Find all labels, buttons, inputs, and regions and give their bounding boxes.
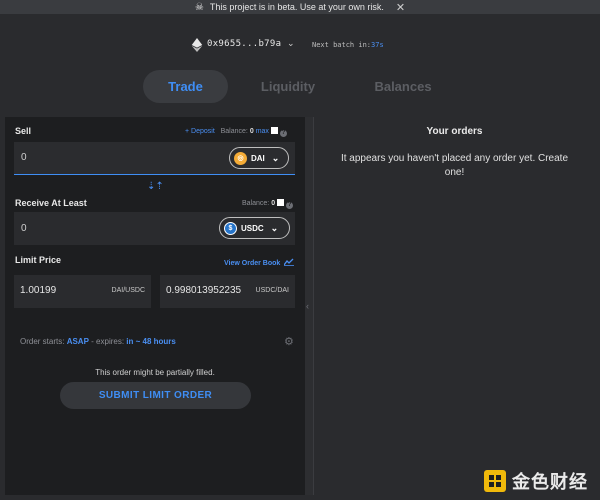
- receive-checkbox[interactable]: [277, 199, 285, 206]
- chart-icon: [283, 258, 295, 266]
- order-expires-label: - expires:: [91, 337, 125, 346]
- sell-token-select[interactable]: ◎ DAI ⌄: [229, 147, 289, 169]
- chevron-down-icon[interactable]: ⌄: [287, 38, 295, 49]
- order-starts-label: Order starts:: [20, 337, 65, 346]
- sell-balance-row: + Deposit Balance: 0 max?: [185, 127, 287, 137]
- max-link[interactable]: max: [256, 128, 269, 135]
- orders-panel: Your orders It appears you haven't place…: [314, 117, 595, 495]
- sell-amount-field[interactable]: 0 ◎ DAI ⌄: [14, 142, 295, 175]
- watermark-text: 金色财经: [512, 472, 588, 492]
- order-timing: Order starts: ASAP - expires: in ~ 48 ho…: [20, 337, 176, 346]
- tab-trade[interactable]: Trade: [143, 70, 228, 103]
- usdc-icon: $: [224, 221, 237, 235]
- max-checkbox[interactable]: [270, 127, 278, 134]
- swap-direction-icon[interactable]: ⇣⇡: [147, 181, 164, 192]
- limit-price-input-2[interactable]: 0.998013952235: [166, 285, 241, 296]
- order-expires-value[interactable]: in ~ 48 hours: [126, 337, 176, 346]
- partial-fill-note: This order might be partially filled.: [95, 368, 215, 377]
- receive-balance-label: Balance:: [242, 200, 270, 207]
- receive-amount-input[interactable]: 0: [21, 223, 27, 234]
- tab-balances[interactable]: Balances: [358, 70, 448, 103]
- chevron-left-icon[interactable]: ‹: [306, 301, 309, 311]
- dai-icon: ◎: [234, 151, 247, 165]
- beta-banner-text: This project is in beta. Use at your own…: [209, 2, 384, 12]
- limit-price-field-1[interactable]: 1.00199 DAI/USDC: [14, 275, 151, 308]
- receive-token-label: USDC: [241, 223, 264, 233]
- view-order-book-label: View Order Book: [224, 260, 281, 267]
- chevron-down-icon: ⌄: [271, 152, 280, 163]
- orders-empty-message: It appears you haven't placed any order …: [340, 153, 569, 178]
- limit-price-input-1[interactable]: 1.00199: [20, 285, 56, 296]
- trade-panel: Sell + Deposit Balance: 0 max? 0 ◎ DAI ⌄…: [5, 117, 305, 495]
- receive-amount-field[interactable]: 0 $ USDC ⌄: [14, 212, 295, 245]
- chevron-down-icon: ⌄: [270, 222, 279, 233]
- sell-token-label: DAI: [251, 153, 265, 163]
- receive-label: Receive At Least: [15, 198, 87, 208]
- help-icon[interactable]: ?: [286, 202, 294, 209]
- receive-balance-value: 0: [271, 200, 276, 207]
- receive-balance-row: Balance: 0?: [242, 199, 294, 209]
- panel-divider[interactable]: ‹: [305, 117, 314, 495]
- sell-balance-label: Balance:: [220, 128, 248, 135]
- tab-liquidity[interactable]: Liquidity: [243, 70, 333, 103]
- limit-unit-1: DAI/USDC: [111, 287, 145, 294]
- sell-balance-value: 0: [249, 128, 254, 135]
- sell-label: Sell: [15, 126, 32, 136]
- ethereum-icon: [191, 38, 203, 52]
- next-batch-value: 37s: [371, 41, 384, 49]
- order-starts-value[interactable]: ASAP: [67, 337, 89, 346]
- help-icon[interactable]: ?: [279, 130, 287, 137]
- limit-unit-2: USDC/DAI: [255, 287, 289, 294]
- deposit-link[interactable]: + Deposit: [185, 128, 215, 135]
- receive-token-select[interactable]: $ USDC ⌄: [219, 217, 290, 239]
- gear-icon[interactable]: ⚙: [284, 335, 294, 348]
- sell-amount-input[interactable]: 0: [21, 152, 27, 163]
- wallet-address[interactable]: 0x9655...b79a: [207, 39, 281, 49]
- limit-price-field-2[interactable]: 0.998013952235 USDC/DAI: [160, 275, 295, 308]
- next-batch-label: Next batch in:: [312, 41, 372, 49]
- submit-limit-order-button[interactable]: SUBMIT LIMIT ORDER: [60, 382, 251, 409]
- beta-banner: ☠ This project is in beta. Use at your o…: [0, 0, 600, 14]
- limit-price-label: Limit Price: [15, 255, 62, 265]
- skull-icon: ☠: [194, 1, 204, 13]
- close-icon[interactable]: ✕: [396, 1, 405, 14]
- orders-title: Your orders: [426, 126, 483, 137]
- next-batch: Next batch in:37s: [312, 41, 384, 49]
- watermark-logo-icon: [484, 470, 506, 492]
- main-tabs: Trade Liquidity Balances: [0, 70, 600, 104]
- watermark: 金色财经: [484, 468, 588, 494]
- wallet-bar: 0x9655...b79a ⌄ Next batch in:37s: [0, 36, 600, 54]
- view-order-book-link[interactable]: View Order Book: [224, 258, 295, 267]
